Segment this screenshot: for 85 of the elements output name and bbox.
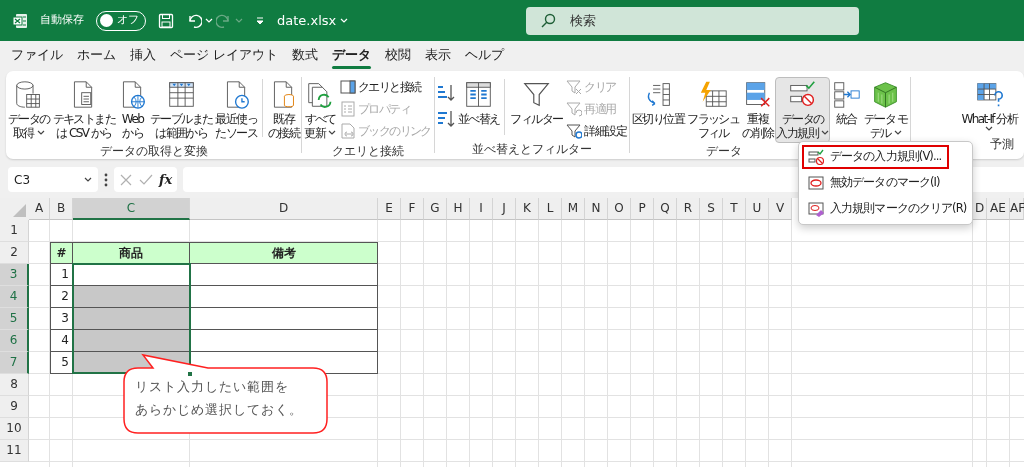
column-header[interactable]: K <box>516 198 539 220</box>
column-header[interactable]: A <box>29 198 50 220</box>
table-cell: 2 <box>50 286 73 308</box>
column-header[interactable]: G <box>424 198 447 220</box>
column-header[interactable]: T <box>723 198 746 220</box>
column-header[interactable]: E <box>378 198 401 220</box>
column-header[interactable]: F <box>401 198 424 220</box>
ribbon-button[interactable]: 統合 <box>830 77 862 129</box>
row-header[interactable]: 8 <box>0 374 29 396</box>
ribbon-tab[interactable]: ファイル <box>4 44 70 69</box>
menu-item[interactable]: データの入力規則(V)... <box>802 145 950 169</box>
ribbon-button[interactable]: 詳細設定 <box>564 121 629 141</box>
ribbon-button[interactable]: すべて 更新 <box>303 77 338 143</box>
menu-item[interactable]: 入力規則マークのクリア(R) <box>802 197 975 221</box>
row-header[interactable]: 6 <box>0 330 29 352</box>
row-header[interactable]: 7 <box>0 352 29 374</box>
ribbon-button[interactable]: 既存 の接続 <box>267 77 301 143</box>
row-header[interactable]: 11 <box>0 440 29 462</box>
column-header[interactable]: AF <box>1010 198 1024 220</box>
ribbon-tab[interactable]: ホーム <box>70 44 123 69</box>
row-header[interactable]: 3 <box>0 264 29 286</box>
column-header[interactable]: R <box>677 198 700 220</box>
column-header[interactable]: D <box>190 198 378 220</box>
column-header[interactable]: AE <box>987 198 1010 220</box>
ribbon-button[interactable]: 並べ替え <box>456 77 501 129</box>
row-header[interactable]: 2 <box>0 242 29 264</box>
callout-text: リスト入力したい範囲を <box>135 378 289 396</box>
ribbon-tab[interactable]: 挿入 <box>123 44 163 69</box>
ribbon-tab[interactable]: ページ レイアウト <box>163 44 286 69</box>
column-header[interactable]: H <box>447 198 470 220</box>
column-header[interactable]: I <box>470 198 493 220</box>
ribbon-button[interactable]: テキストまた は CSV から <box>51 77 116 143</box>
ribbon-tab[interactable]: ヘルプ <box>458 44 512 69</box>
row-header[interactable]: 4 <box>0 286 29 308</box>
ribbon-button[interactable]: テーブルまた は範囲から <box>149 77 214 143</box>
table-header-cell: 商品 <box>73 242 190 264</box>
column-header[interactable]: S <box>700 198 723 220</box>
group-label: クエリと接続 <box>332 143 405 159</box>
row-header[interactable]: 9 <box>0 396 29 418</box>
column-header[interactable]: L <box>539 198 562 220</box>
column-header[interactable]: N <box>585 198 608 220</box>
column-header[interactable]: M <box>562 198 585 220</box>
table-cell: 1 <box>50 264 73 286</box>
column-header[interactable]: Q <box>654 198 677 220</box>
column-header[interactable]: D <box>973 198 987 220</box>
table-cell: 3 <box>50 308 73 330</box>
file-name-button[interactable]: date.xlsx <box>277 10 349 31</box>
ribbon-tab[interactable]: 数式 <box>285 44 326 69</box>
callout-text: あらかじめ選択しておく。 <box>135 401 303 419</box>
ribbon-button[interactable]: フィルター <box>509 77 564 129</box>
group-label: データ <box>706 143 743 159</box>
group-label: データの取得と変換 <box>99 143 208 159</box>
column-header[interactable]: C <box>73 198 190 220</box>
ribbon-button[interactable]: フラッシュ フィル <box>686 77 741 143</box>
row-header[interactable]: 1 <box>0 220 29 242</box>
table-cell: 5 <box>50 352 73 374</box>
table-cell: 4 <box>50 330 73 352</box>
ribbon-tab[interactable]: データ <box>325 44 379 69</box>
column-header[interactable]: V <box>769 198 792 220</box>
group-label: 予測 <box>990 135 1014 153</box>
insert-function-button[interactable]: fx <box>159 169 173 190</box>
row-header[interactable]: 5 <box>0 308 29 330</box>
search-field[interactable]: 検索 <box>526 6 859 35</box>
name-box[interactable]: C3 <box>8 167 98 192</box>
ribbon-button[interactable]: Web から <box>117 77 148 143</box>
group-label: 並べ替えとフィルター <box>471 141 592 158</box>
ribbon-button[interactable]: 重複 の削除 <box>741 77 775 143</box>
row-header[interactable]: 10 <box>0 418 29 440</box>
menu-item[interactable]: 無効データのマーク(I) <box>802 171 948 195</box>
column-header[interactable]: B <box>50 198 73 220</box>
ribbon-tab[interactable]: 表示 <box>418 44 459 69</box>
ribbon-button[interactable]: クエリと接続 <box>338 77 433 97</box>
autosave-label: 自動保存 <box>40 12 84 29</box>
table-header-cell: # <box>50 242 73 264</box>
ribbon-tab[interactable]: 校閲 <box>378 44 419 69</box>
ribbon-button[interactable]: 区切り位置 <box>631 77 686 129</box>
column-header[interactable]: O <box>608 198 631 220</box>
column-header[interactable]: P <box>631 198 654 220</box>
ribbon-button[interactable]: データの 取得 <box>7 77 51 143</box>
ribbon-button[interactable]: データの 入力規則 <box>775 77 830 143</box>
ribbon-button[interactable]: What-If 分析 <box>960 77 1018 135</box>
ribbon-button[interactable]: 最近使っ たソース <box>214 77 259 143</box>
table-header-cell: 備考 <box>190 242 378 264</box>
column-header[interactable]: U <box>746 198 769 220</box>
column-header[interactable]: J <box>493 198 516 220</box>
